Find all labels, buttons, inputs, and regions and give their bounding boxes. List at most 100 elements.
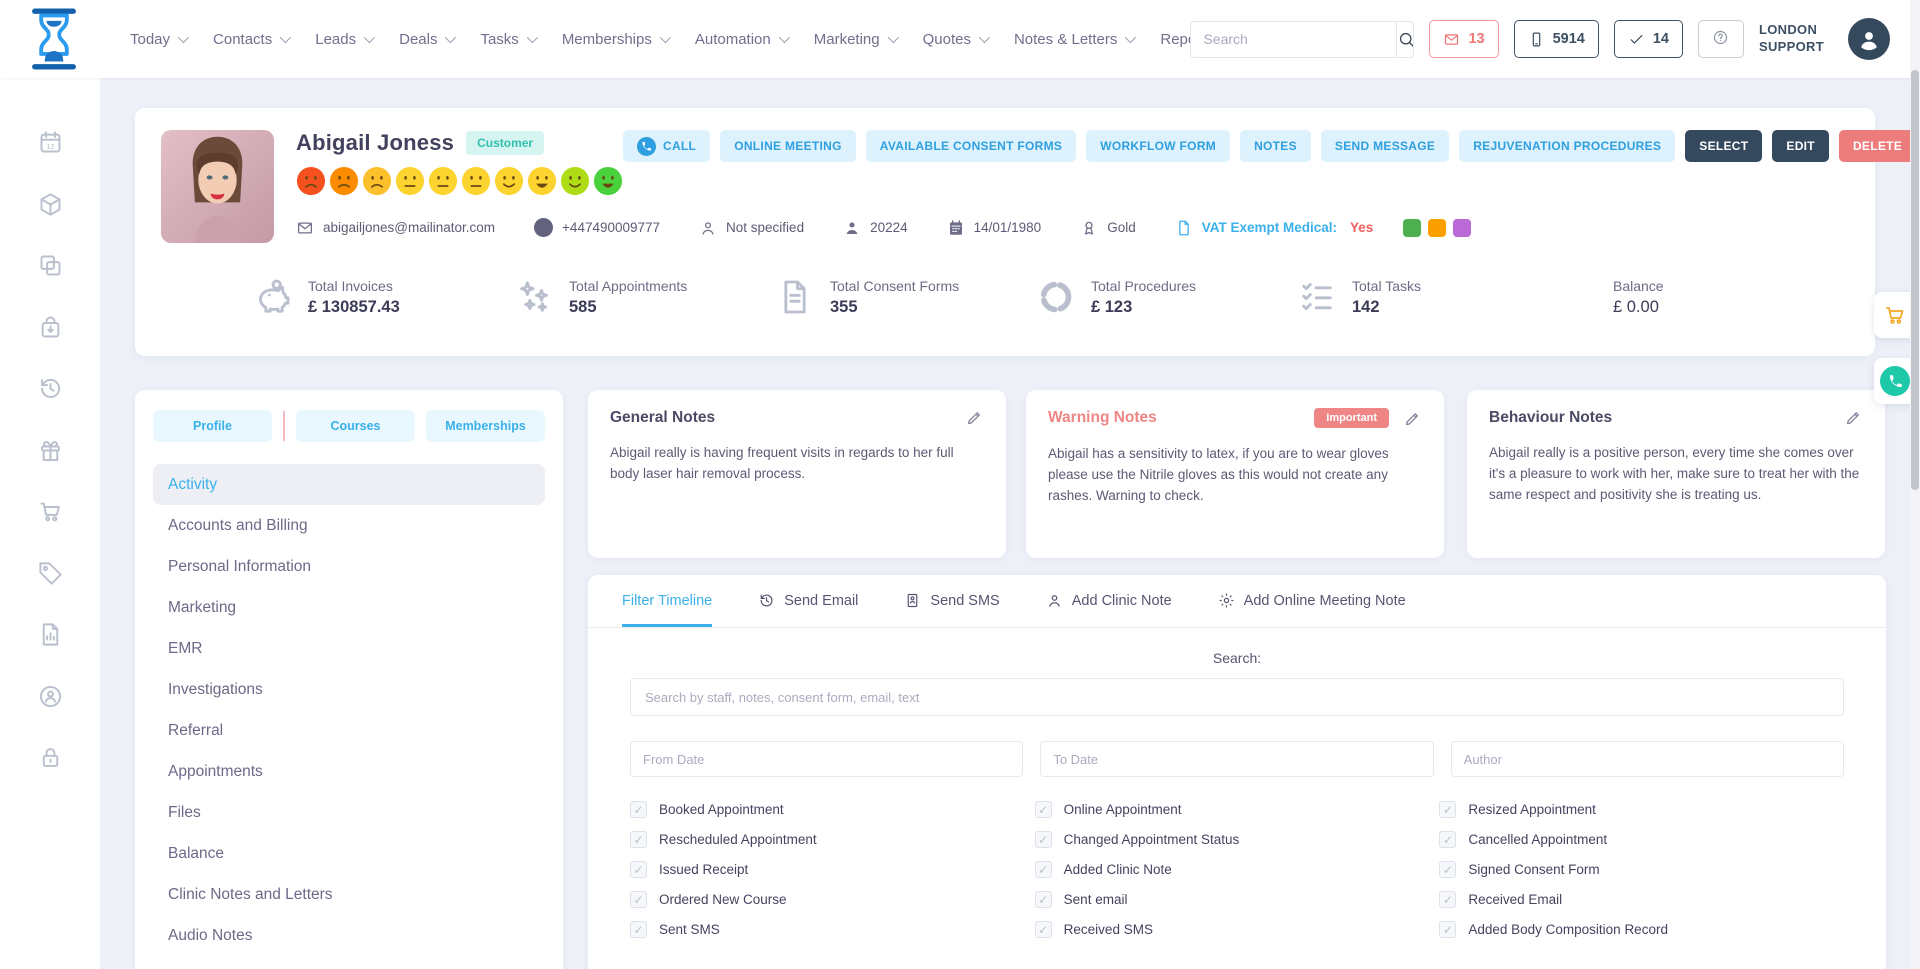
mood-face-icon[interactable] bbox=[593, 166, 623, 196]
tab-courses[interactable]: Courses bbox=[296, 410, 415, 442]
sidebar-item[interactable]: Investigations bbox=[153, 669, 545, 710]
edit-pencil-icon[interactable] bbox=[965, 408, 984, 427]
rail-item[interactable] bbox=[0, 235, 100, 297]
rail-item[interactable] bbox=[0, 666, 100, 728]
checkbox[interactable] bbox=[630, 921, 647, 938]
call-button[interactable]: CALL bbox=[623, 130, 710, 162]
sidebar-item[interactable]: Personal Information bbox=[153, 546, 545, 587]
help-button[interactable] bbox=[1698, 20, 1744, 58]
timeline-tab[interactable]: Send Email bbox=[758, 575, 858, 627]
sidebar-item[interactable]: Referral bbox=[153, 710, 545, 751]
checkbox-item[interactable]: Sent SMS bbox=[630, 921, 1035, 938]
checkbox-item[interactable]: Added Body Composition Record bbox=[1439, 921, 1844, 938]
nav-item[interactable]: Memberships bbox=[562, 31, 668, 48]
filter-input[interactable] bbox=[1451, 741, 1844, 777]
timeline-tab[interactable]: Add Clinic Note bbox=[1046, 575, 1172, 627]
page-scrollbar[interactable] bbox=[1910, 0, 1920, 969]
nav-item[interactable]: Contacts bbox=[213, 31, 288, 48]
checkbox-item[interactable]: Sent email bbox=[1035, 891, 1440, 908]
scrollbar-thumb[interactable] bbox=[1911, 70, 1919, 490]
mood-face-icon[interactable] bbox=[527, 166, 557, 196]
action-button[interactable]: NOTES bbox=[1240, 130, 1311, 162]
checkbox[interactable] bbox=[1035, 801, 1052, 818]
checkbox-item[interactable]: Booked Appointment bbox=[630, 801, 1035, 818]
sidebar-item[interactable]: Balance bbox=[153, 833, 545, 874]
checkbox-item[interactable]: Signed Consent Form bbox=[1439, 861, 1844, 878]
rail-item[interactable] bbox=[0, 174, 100, 236]
nav-item[interactable]: Leads bbox=[315, 31, 372, 48]
mood-face-icon[interactable] bbox=[461, 166, 491, 196]
action-button[interactable]: ONLINE MEETING bbox=[720, 130, 856, 162]
timeline-search-input[interactable] bbox=[630, 678, 1844, 716]
checkbox[interactable] bbox=[1035, 891, 1052, 908]
timeline-tab[interactable]: Filter Timeline bbox=[622, 575, 712, 627]
sidebar-item[interactable]: EMR bbox=[153, 628, 545, 669]
sidebar-item[interactable]: Drinks bbox=[153, 956, 545, 969]
checkbox-item[interactable]: Rescheduled Appointment bbox=[630, 831, 1035, 848]
sidebar-item[interactable]: Accounts and Billing bbox=[153, 505, 545, 546]
sidebar-item[interactable]: Marketing bbox=[153, 587, 545, 628]
action-button[interactable]: EDIT bbox=[1772, 130, 1829, 162]
color-tag[interactable] bbox=[1403, 219, 1421, 237]
nav-item[interactable]: Automation bbox=[695, 31, 787, 48]
tab-memberships[interactable]: Memberships bbox=[426, 410, 545, 442]
mood-face-icon[interactable] bbox=[428, 166, 458, 196]
checkbox-item[interactable]: Resized Appointment bbox=[1439, 801, 1844, 818]
nav-item[interactable]: Marketing bbox=[814, 31, 896, 48]
filter-input[interactable] bbox=[1040, 741, 1433, 777]
mood-face-icon[interactable] bbox=[362, 166, 392, 196]
timeline-tab[interactable]: Add Online Meeting Note bbox=[1218, 575, 1406, 627]
global-search-input[interactable] bbox=[1191, 31, 1396, 47]
mood-face-icon[interactable] bbox=[329, 166, 359, 196]
edit-pencil-icon[interactable] bbox=[1403, 409, 1422, 428]
tasks-badge[interactable]: 14 bbox=[1614, 20, 1683, 58]
checkbox-item[interactable]: Cancelled Appointment bbox=[1439, 831, 1844, 848]
action-button[interactable]: SELECT bbox=[1685, 130, 1762, 162]
checkbox[interactable] bbox=[630, 801, 647, 818]
checkbox-item[interactable]: Received Email bbox=[1439, 891, 1844, 908]
profile-photo[interactable] bbox=[161, 130, 274, 243]
mood-face-icon[interactable] bbox=[296, 166, 326, 196]
timeline-tab[interactable]: Send SMS bbox=[904, 575, 999, 627]
sidebar-item[interactable]: Appointments bbox=[153, 751, 545, 792]
checkbox-item[interactable]: Online Appointment bbox=[1035, 801, 1440, 818]
checkbox-item[interactable]: Added Clinic Note bbox=[1035, 861, 1440, 878]
nav-item[interactable]: Deals bbox=[399, 31, 453, 48]
sidebar-item[interactable]: Clinic Notes and Letters bbox=[153, 874, 545, 915]
edit-pencil-icon[interactable] bbox=[1844, 408, 1863, 427]
rail-item[interactable] bbox=[0, 604, 100, 666]
checkbox[interactable] bbox=[630, 831, 647, 848]
checkbox[interactable] bbox=[630, 891, 647, 908]
checkbox[interactable] bbox=[1439, 921, 1456, 938]
rail-item[interactable] bbox=[0, 297, 100, 359]
user-avatar[interactable] bbox=[1848, 18, 1890, 60]
sidebar-item[interactable]: Audio Notes bbox=[153, 915, 545, 956]
tab-profile[interactable]: Profile bbox=[153, 410, 272, 442]
checkbox-item[interactable]: Received SMS bbox=[1035, 921, 1440, 938]
color-tag[interactable] bbox=[1428, 219, 1446, 237]
checkbox[interactable] bbox=[1035, 831, 1052, 848]
rail-item[interactable] bbox=[0, 420, 100, 482]
nav-item[interactable]: Today bbox=[130, 31, 186, 48]
checkbox[interactable] bbox=[1439, 891, 1456, 908]
nav-item[interactable]: Tasks bbox=[480, 31, 534, 48]
mood-face-icon[interactable] bbox=[395, 166, 425, 196]
delete-button[interactable]: DELETE bbox=[1839, 130, 1916, 162]
sidebar-item[interactable]: Activity bbox=[153, 464, 545, 505]
mood-face-icon[interactable] bbox=[560, 166, 590, 196]
checkbox[interactable] bbox=[630, 861, 647, 878]
rail-item[interactable] bbox=[0, 543, 100, 605]
checkbox-item[interactable]: Issued Receipt bbox=[630, 861, 1035, 878]
sms-credits-badge[interactable]: 5914 bbox=[1514, 20, 1599, 58]
nav-item[interactable]: Quotes bbox=[923, 31, 987, 48]
action-button[interactable]: WORKFLOW FORM bbox=[1086, 130, 1230, 162]
nav-item[interactable]: Notes & Letters bbox=[1014, 31, 1133, 48]
mood-face-icon[interactable] bbox=[494, 166, 524, 196]
checkbox[interactable] bbox=[1439, 861, 1456, 878]
action-button[interactable]: REJUVENATION PROCEDURES bbox=[1459, 130, 1675, 162]
checkbox[interactable] bbox=[1035, 921, 1052, 938]
messages-badge[interactable]: 13 bbox=[1429, 20, 1498, 58]
action-button[interactable]: AVAILABLE CONSENT FORMS bbox=[866, 130, 1076, 162]
hourglass-logo-icon[interactable] bbox=[26, 8, 82, 70]
checkbox-item[interactable]: Ordered New Course bbox=[630, 891, 1035, 908]
